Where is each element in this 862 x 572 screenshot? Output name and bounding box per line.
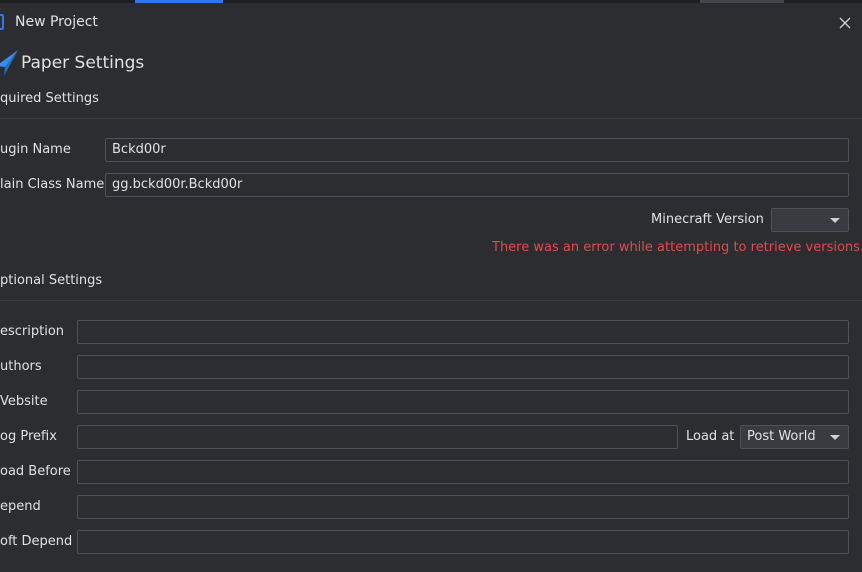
optional-settings-title: ptional Settings: [0, 273, 103, 288]
load-at-select[interactable]: Post World: [740, 425, 849, 449]
mc-version-label: Minecraft Version: [651, 212, 764, 227]
version-error-message: There was an error while attempting to r…: [492, 240, 862, 255]
main-class-input[interactable]: gg.bckd00r.Bckd00r: [105, 173, 849, 197]
new-project-dialog: New Project Paper Settings quired Settin…: [0, 0, 862, 572]
depend-input[interactable]: [77, 495, 849, 519]
authors-input[interactable]: [77, 355, 849, 379]
description-input[interactable]: [77, 320, 849, 344]
description-label: escription: [0, 324, 65, 339]
plugin-name-input[interactable]: Bckd00r: [105, 138, 849, 162]
page-header: Paper Settings: [21, 53, 145, 73]
optional-divider: [0, 300, 862, 301]
load-at-label: Load at: [686, 429, 735, 444]
required-divider: [0, 118, 862, 119]
depend-label: epend: [0, 499, 41, 514]
log-prefix-label: og Prefix: [0, 429, 57, 444]
log-prefix-input[interactable]: [77, 425, 678, 449]
paper-plane-icon: [0, 50, 18, 76]
top-strip: [0, 0, 862, 3]
load-before-input[interactable]: [77, 460, 849, 484]
project-window-icon: [0, 14, 4, 30]
top-strip-accent: [135, 0, 223, 3]
required-settings-title: quired Settings: [0, 91, 99, 106]
chevron-down-icon: [830, 435, 840, 440]
main-class-label: lain Class Name: [0, 177, 105, 192]
website-label: Vebsite: [0, 394, 48, 409]
close-icon: [839, 17, 851, 29]
website-input[interactable]: [77, 390, 849, 414]
top-strip-tab: [700, 0, 784, 3]
soft-depend-input[interactable]: [77, 530, 849, 554]
load-before-label: oad Before: [0, 464, 71, 479]
chevron-down-icon: [830, 218, 840, 223]
soft-depend-label: oft Depend: [0, 534, 73, 549]
load-at-value: Post World: [747, 429, 816, 444]
close-button[interactable]: [834, 12, 856, 34]
authors-label: uthors: [0, 359, 42, 374]
mc-version-select[interactable]: [771, 208, 849, 232]
dialog-title: New Project: [15, 14, 98, 30]
plugin-name-label: ugin Name: [0, 142, 71, 157]
